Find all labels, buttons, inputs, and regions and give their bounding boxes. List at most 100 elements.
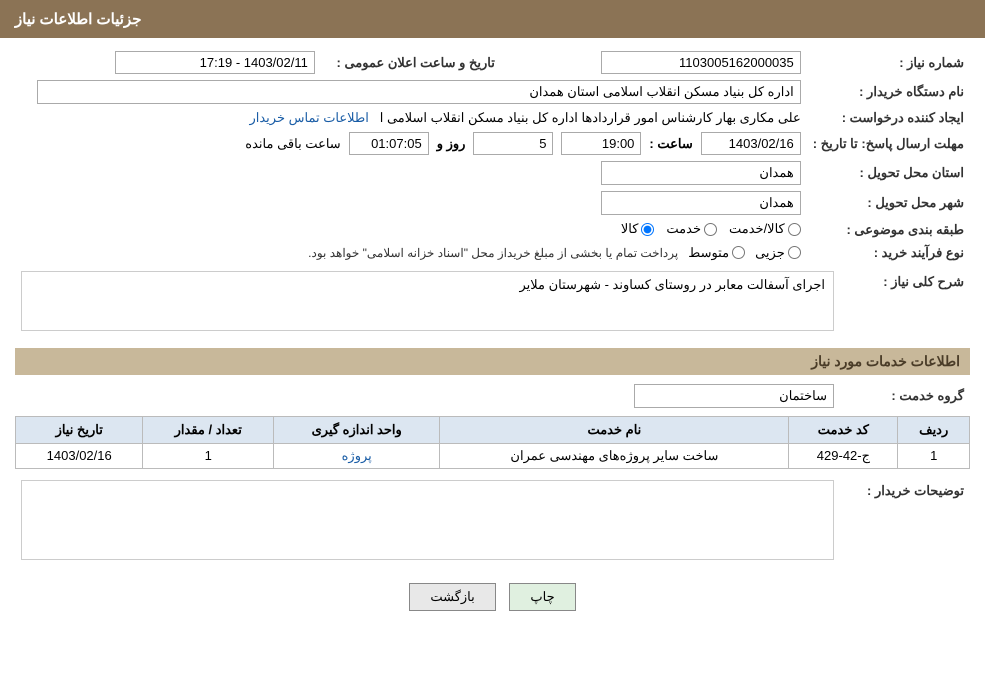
ijad-konande-value: علی مکاری بهار کارشناس امور قراردادها اد… bbox=[15, 107, 807, 129]
table-row: نوع فرآیند خرید : جزیی متوسط پرداخت تمام… bbox=[15, 242, 970, 264]
sharh-niaz-box: اجرای آسفالت معابر در روستای کساوند - شه… bbox=[21, 271, 834, 331]
col-tedad: تعداد / مقدار bbox=[143, 416, 274, 443]
tosifat-value bbox=[15, 477, 840, 563]
radio-khedmat-input[interactable] bbox=[704, 223, 717, 236]
shahr-tahvil-label: شهر محل تحویل : bbox=[807, 188, 970, 218]
table-row: مهلت ارسال پاسخ: تا تاریخ : 1403/02/16 س… bbox=[15, 129, 970, 158]
table-row: توضیحات خریدار : bbox=[15, 477, 970, 563]
mohlat-label: مهلت ارسال پاسخ: تا تاریخ : bbox=[807, 129, 970, 158]
col-radif: ردیف bbox=[898, 416, 970, 443]
cell-tarikh_niaz: 1403/02/16 bbox=[16, 443, 143, 468]
process-motavaset-label: متوسط bbox=[688, 245, 729, 261]
name-dastgah-label: نام دستگاه خریدار : bbox=[807, 77, 970, 107]
name-dastgah-field: اداره کل بنیاد مسکن انقلاب اسلامی استان … bbox=[37, 80, 801, 104]
table-row: استان محل تحویل : همدان bbox=[15, 158, 970, 188]
col-tarikh: تاریخ نیاز bbox=[16, 416, 143, 443]
saat-mande-field: 01:07:05 bbox=[349, 132, 429, 155]
cell-vahed: پروژه bbox=[274, 443, 440, 468]
tarikh-field: 1403/02/16 bbox=[701, 132, 801, 155]
tosifat-label: توضیحات خریدار : bbox=[840, 477, 970, 563]
goroh-khedmat-value: ساختمان bbox=[15, 381, 840, 411]
table-row: نام دستگاه خریدار : اداره کل بنیاد مسکن … bbox=[15, 77, 970, 107]
process-jozvi: جزیی bbox=[755, 245, 801, 261]
sharh-niaz-value: اجرای آسفالت معابر در روستای کساوند - شه… bbox=[15, 268, 840, 338]
col-name: نام خدمت bbox=[440, 416, 789, 443]
table-header-row: ردیف کد خدمت نام خدمت واحد اندازه گیری ت… bbox=[16, 416, 970, 443]
ostan-tahvil-label: استان محل تحویل : bbox=[807, 158, 970, 188]
process-jozvi-label: جزیی bbox=[755, 245, 785, 261]
shahr-tahvil-value: همدان bbox=[15, 188, 807, 218]
cell-name_khedmat: ساخت سایر پروژه‌های مهندسی عمران bbox=[440, 443, 789, 468]
process-motavaset-input[interactable] bbox=[732, 246, 745, 259]
radio-khedmat: خدمت bbox=[666, 221, 717, 237]
goroh-khedmat-label: گروه خدمت : bbox=[840, 381, 970, 411]
radio-khedmat-label: خدمت bbox=[666, 221, 701, 237]
contact-info-link[interactable]: اطلاعات تماس خریدار bbox=[249, 110, 368, 125]
radio-kala-input[interactable] bbox=[641, 223, 654, 236]
ostan-tahvil-value: همدان bbox=[15, 158, 807, 188]
nooe-farayand-label: نوع فرآیند خرید : bbox=[807, 242, 970, 264]
cell-kod_khedmat: ج-42-429 bbox=[789, 443, 898, 468]
tarifbandi-label: طبقه بندی موضوعی : bbox=[807, 218, 970, 242]
services-table-body: 1ج-42-429ساخت سایر پروژه‌های مهندسی عمرا… bbox=[16, 443, 970, 468]
process-jozvi-input[interactable] bbox=[788, 246, 801, 259]
nooe-farayand-value: جزیی متوسط پرداخت تمام یا بخشی از مبلغ خ… bbox=[15, 242, 807, 264]
cell-radif: 1 bbox=[898, 443, 970, 468]
back-button[interactable]: بازگشت bbox=[409, 583, 495, 611]
info-table: شماره نیاز : 1103005162000035 تاریخ و سا… bbox=[15, 48, 970, 264]
saat-field: 19:00 bbox=[561, 132, 641, 155]
sharh-niaz-text: اجرای آسفالت معابر در روستای کساوند - شه… bbox=[519, 277, 825, 292]
saat-mande-label: ساعت باقی مانده bbox=[245, 136, 340, 152]
table-row: شهر محل تحویل : همدان bbox=[15, 188, 970, 218]
table-row: طبقه بندی موضوعی : کالا/خدمت خدمت bbox=[15, 218, 970, 242]
col-vahed: واحد اندازه گیری bbox=[274, 416, 440, 443]
cell-tedad: 1 bbox=[143, 443, 274, 468]
radio-kala: کالا bbox=[621, 221, 655, 237]
main-content: شماره نیاز : 1103005162000035 تاریخ و سا… bbox=[0, 38, 985, 633]
page-title: جزئیات اطلاعات نیاز bbox=[15, 11, 142, 28]
mohlat-value: 1403/02/16 ساعت : 19:00 5 روز و 01:07:05… bbox=[15, 129, 807, 158]
process-description: پرداخت تمام یا بخشی از مبلغ خریداز محل "… bbox=[308, 246, 678, 260]
table-row: ایجاد کننده درخواست : علی مکاری بهار کار… bbox=[15, 107, 970, 129]
table-row: 1ج-42-429ساخت سایر پروژه‌های مهندسی عمرا… bbox=[16, 443, 970, 468]
sharh-niaz-table: شرح کلی نیاز : اجرای آسفالت معابر در روس… bbox=[15, 268, 970, 338]
table-row: گروه خدمت : ساختمان bbox=[15, 381, 970, 411]
col-kod: کد خدمت bbox=[789, 416, 898, 443]
services-table-head: ردیف کد خدمت نام خدمت واحد اندازه گیری ت… bbox=[16, 416, 970, 443]
goroh-khedmat-field: ساختمان bbox=[634, 384, 834, 408]
tosifat-table: توضیحات خریدار : bbox=[15, 477, 970, 563]
goroh-khedmat-table: گروه خدمت : ساختمان bbox=[15, 381, 970, 411]
page-header: جزئیات اطلاعات نیاز bbox=[0, 0, 985, 38]
page-wrapper: جزئیات اطلاعات نیاز شماره نیاز : 1103005… bbox=[0, 0, 985, 691]
tosifat-box bbox=[21, 480, 834, 560]
tarifbandi-value: کالا/خدمت خدمت کالا bbox=[15, 218, 807, 242]
table-row: شرح کلی نیاز : اجرای آسفالت معابر در روس… bbox=[15, 268, 970, 338]
ostan-tahvil-field: همدان bbox=[601, 161, 801, 185]
shenmare-niaz-value: 1103005162000035 bbox=[501, 48, 807, 77]
tarikh-elaan-label: تاریخ و ساعت اعلان عمومی : bbox=[321, 48, 501, 77]
rooz-label: روز و bbox=[437, 136, 466, 152]
services-table: ردیف کد خدمت نام خدمت واحد اندازه گیری ت… bbox=[15, 416, 970, 469]
tarifbandi-radio-group: کالا/خدمت خدمت کالا bbox=[621, 221, 801, 237]
button-bar: چاپ بازگشت bbox=[15, 571, 970, 623]
sharh-niaz-label: شرح کلی نیاز : bbox=[840, 268, 970, 338]
name-dastgah-value: اداره کل بنیاد مسکن انقلاب اسلامی استان … bbox=[15, 77, 807, 107]
shenmare-niaz-label: شماره نیاز : bbox=[807, 48, 970, 77]
radio-kala-khedmat: کالا/خدمت bbox=[729, 221, 801, 237]
saat-label: ساعت : bbox=[649, 136, 692, 152]
radio-kala-khedmat-label: کالا/خدمت bbox=[729, 221, 785, 237]
ijad-konande-field: علی مکاری بهار کارشناس امور قراردادها اد… bbox=[380, 110, 801, 125]
tarikh-elaan-field: 1403/02/11 - 17:19 bbox=[115, 51, 315, 74]
time-row: 1403/02/16 ساعت : 19:00 5 روز و 01:07:05… bbox=[21, 132, 801, 155]
radio-kala-khedmat-input[interactable] bbox=[788, 223, 801, 236]
ijad-konande-label: ایجاد کننده درخواست : bbox=[807, 107, 970, 129]
shahr-tahvil-field: همدان bbox=[601, 191, 801, 215]
khadamat-section-title: اطلاعات خدمات مورد نیاز bbox=[15, 348, 970, 375]
process-types: جزیی متوسط پرداخت تمام یا بخشی از مبلغ خ… bbox=[21, 245, 801, 261]
shenmare-niaz-field: 1103005162000035 bbox=[601, 51, 801, 74]
tarikh-elaan-value: 1403/02/11 - 17:19 bbox=[15, 48, 321, 77]
radio-kala-label: کالا bbox=[621, 221, 639, 237]
print-button[interactable]: چاپ bbox=[509, 583, 575, 611]
rooz-field: 5 bbox=[473, 132, 553, 155]
table-row: شماره نیاز : 1103005162000035 تاریخ و سا… bbox=[15, 48, 970, 77]
